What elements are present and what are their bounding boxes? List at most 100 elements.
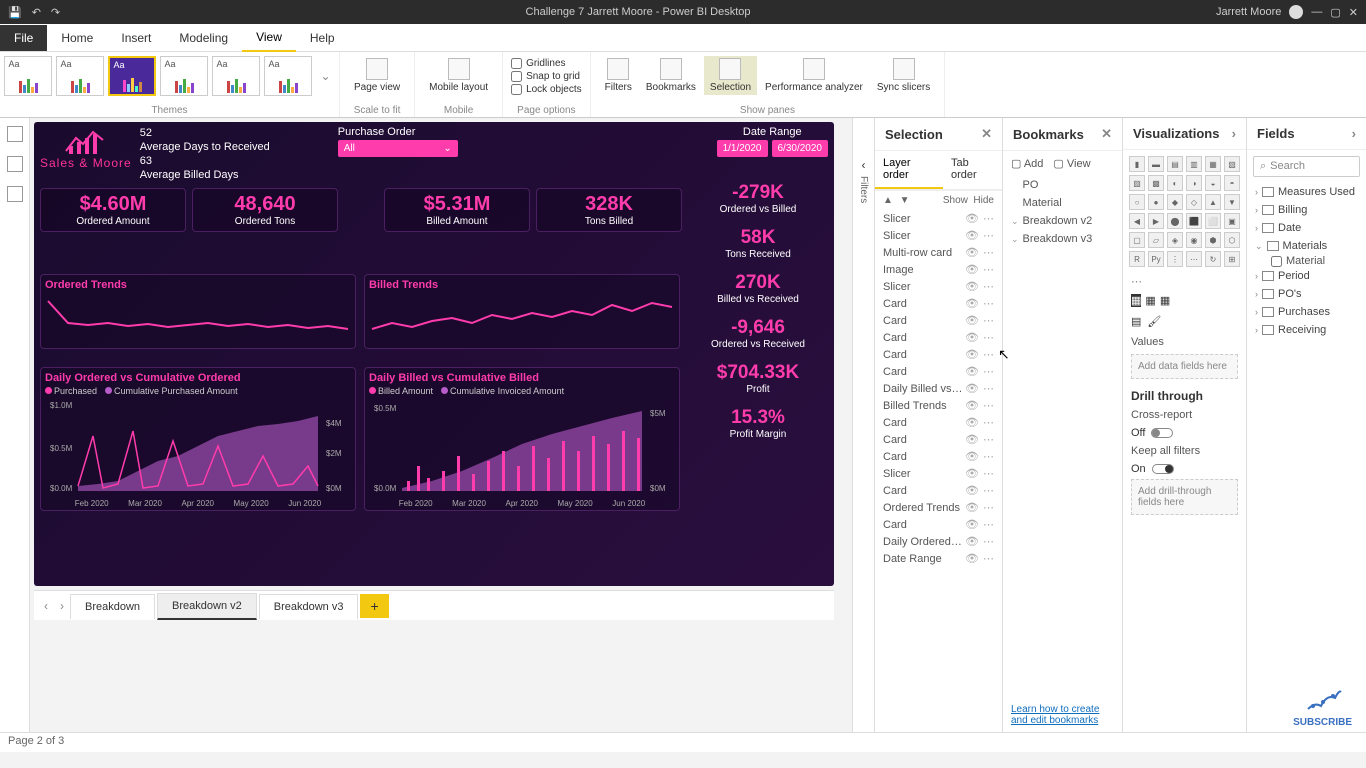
visual-type-icon[interactable]: ▬ — [1148, 156, 1164, 172]
selection-item[interactable]: Card👁⋯ — [875, 295, 1002, 312]
gridlines-checkbox[interactable]: Gridlines — [511, 58, 582, 69]
minimize-icon[interactable]: — — [1311, 6, 1322, 18]
fields-table[interactable]: ›Purchases — [1247, 303, 1366, 321]
chart-ordered-trends[interactable]: Ordered Trends — [40, 274, 356, 349]
visual-type-icon[interactable]: ◒ — [1205, 175, 1221, 191]
close-icon[interactable]: ✕ — [1101, 126, 1112, 142]
bookmark-item[interactable]: ⌄Breakdown v2 — [1003, 212, 1122, 230]
card-profit-margin[interactable]: 15.3%Profit Margin — [688, 403, 828, 444]
mobile-layout-button[interactable]: Mobile layout — [423, 56, 494, 95]
format-brush-icon[interactable]: 🖌 — [1147, 315, 1161, 328]
redo-icon[interactable]: ↷ — [51, 6, 60, 19]
visual-type-icon[interactable]: ⬛ — [1186, 213, 1202, 229]
visual-type-icon[interactable]: ● — [1148, 194, 1164, 210]
add-page-button[interactable]: + — [360, 594, 388, 618]
perf-analyzer-button[interactable]: Performance analyzer — [759, 56, 869, 95]
bookmark-view-button[interactable]: ▢ View — [1053, 157, 1090, 170]
page-prev-icon[interactable]: ‹ — [38, 595, 54, 617]
cross-report-toggle[interactable]: Off — [1123, 425, 1246, 441]
selection-item[interactable]: Card👁⋯ — [875, 448, 1002, 465]
selection-item[interactable]: Card👁⋯ — [875, 482, 1002, 499]
show-all-button[interactable]: Show — [943, 195, 968, 206]
format-tab-icon[interactable]: ▦ — [1145, 294, 1155, 307]
selection-item[interactable]: Card👁⋯ — [875, 346, 1002, 363]
visual-type-icon[interactable]: ◉ — [1186, 232, 1202, 248]
visual-type-icon[interactable]: ◑ — [1186, 175, 1202, 191]
tab-home[interactable]: Home — [47, 25, 107, 51]
filters-pane-button[interactable]: Filters — [599, 56, 638, 95]
lock-checkbox[interactable]: Lock objects — [511, 84, 582, 95]
visual-type-icon[interactable]: ◈ — [1167, 232, 1183, 248]
selection-item[interactable]: Image👁⋯ — [875, 261, 1002, 278]
layer-order-tab[interactable]: Layer order — [875, 151, 943, 189]
visual-type-icon[interactable]: ⊞ — [1224, 251, 1240, 267]
bookmark-add-button[interactable]: ▢ Add — [1011, 157, 1043, 170]
selection-item[interactable]: Slicer👁⋯ — [875, 210, 1002, 227]
analytics-tab-icon[interactable]: ▦ — [1160, 294, 1170, 307]
visual-type-icon[interactable]: ▤ — [1167, 156, 1183, 172]
card-tons-received[interactable]: 58KTons Received — [688, 223, 828, 264]
bookmark-item[interactable]: ⌄Breakdown v3 — [1003, 230, 1122, 248]
visual-type-icon[interactable]: ◐ — [1167, 175, 1183, 191]
visual-type-icon[interactable]: ▼ — [1224, 194, 1240, 210]
model-view-icon[interactable] — [7, 186, 23, 202]
visual-type-icon[interactable]: ◀ — [1129, 213, 1145, 229]
visual-type-icon[interactable]: ⋯ — [1186, 251, 1202, 267]
reorder-arrows[interactable]: ▲ ▼ — [883, 195, 912, 206]
visual-type-icon[interactable]: Py — [1148, 251, 1164, 267]
filters-rail[interactable]: ‹ Filters — [852, 118, 874, 732]
chart-daily-ordered[interactable]: Daily Ordered vs Cumulative Ordered Purc… — [40, 367, 356, 511]
page-tab[interactable]: Breakdown v3 — [259, 594, 359, 619]
visual-type-icon[interactable]: ▱ — [1148, 232, 1164, 248]
visual-type-icon[interactable]: ⋮ — [1167, 251, 1183, 267]
selection-item[interactable]: Multi-row card👁⋯ — [875, 244, 1002, 261]
card-ordered-vs-billed[interactable]: -279KOrdered vs Billed — [688, 178, 828, 219]
keep-filters-toggle[interactable]: On — [1123, 461, 1246, 477]
visual-type-icon[interactable]: ▩ — [1148, 175, 1164, 191]
chart-billed-trends[interactable]: Billed Trends — [364, 274, 680, 349]
selection-item[interactable]: Daily Ordered vs Cu...👁⋯ — [875, 533, 1002, 550]
close-icon[interactable]: ✕ — [1349, 6, 1358, 19]
date-range-slicer[interactable]: Date Range 1/1/2020 6/30/2020 — [717, 126, 828, 157]
tab-insert[interactable]: Insert — [107, 25, 165, 51]
values-well[interactable]: Add data fields here — [1131, 354, 1238, 379]
tab-help[interactable]: Help — [296, 25, 349, 51]
page-tab[interactable]: Breakdown — [70, 594, 155, 619]
report-view-icon[interactable] — [7, 126, 23, 142]
visual-type-icon[interactable]: ▲ — [1205, 194, 1221, 210]
bookmarks-pane-button[interactable]: Bookmarks — [640, 56, 702, 95]
selection-item[interactable]: Slicer👁⋯ — [875, 278, 1002, 295]
visual-type-icon[interactable]: ◆ — [1167, 194, 1183, 210]
subscribe-badge[interactable]: SUBSCRIBE — [1293, 684, 1352, 728]
selection-item[interactable]: Date Range👁⋯ — [875, 550, 1002, 567]
page-tab[interactable]: Breakdown v2 — [157, 593, 257, 620]
report-canvas[interactable]: Sales & Moore 52 Average Days to Receive… — [34, 122, 834, 586]
chevron-right-icon[interactable]: › — [1232, 126, 1236, 141]
tab-view[interactable]: View — [242, 24, 296, 52]
visual-type-icon[interactable]: ▮ — [1129, 156, 1145, 172]
chart-daily-billed[interactable]: Daily Billed vs Cumulative Billed Billed… — [364, 367, 680, 511]
selection-item[interactable]: Ordered Trends👁⋯ — [875, 499, 1002, 516]
themes-dropdown-icon[interactable]: ⌄ — [316, 69, 334, 83]
data-view-icon[interactable] — [7, 156, 23, 172]
fields-table[interactable]: ›Period — [1247, 267, 1366, 285]
purchase-order-slicer[interactable]: Purchase Order All⌄ — [278, 126, 709, 157]
visual-type-icon[interactable]: ▦ — [1205, 156, 1221, 172]
learn-bookmarks-link[interactable]: Learn how to create and edit bookmarks — [1011, 704, 1099, 726]
visual-type-icon[interactable]: ⬤ — [1167, 213, 1183, 229]
page-next-icon[interactable]: › — [54, 595, 70, 617]
fields-search[interactable]: ⌕Search — [1253, 156, 1360, 177]
selection-item[interactable]: Card👁⋯ — [875, 414, 1002, 431]
hide-all-button[interactable]: Hide — [973, 195, 994, 206]
fields-table[interactable]: ›PO's — [1247, 285, 1366, 303]
visual-type-icon[interactable]: ▨ — [1129, 175, 1145, 191]
selection-item[interactable]: Billed Trends👁⋯ — [875, 397, 1002, 414]
visual-type-icon[interactable]: ▧ — [1224, 156, 1240, 172]
fields-table[interactable]: ›Receiving — [1247, 321, 1366, 339]
tab-order-tab[interactable]: Tab order — [943, 151, 1002, 189]
drill-through-well[interactable]: Add drill-through fields here — [1131, 479, 1238, 515]
file-menu[interactable]: File — [0, 25, 47, 51]
card-ordered-tons[interactable]: 48,640Ordered Tons — [192, 188, 338, 232]
visual-type-icon[interactable]: ○ — [1129, 194, 1145, 210]
user-name[interactable]: Jarrett Moore — [1216, 6, 1281, 18]
